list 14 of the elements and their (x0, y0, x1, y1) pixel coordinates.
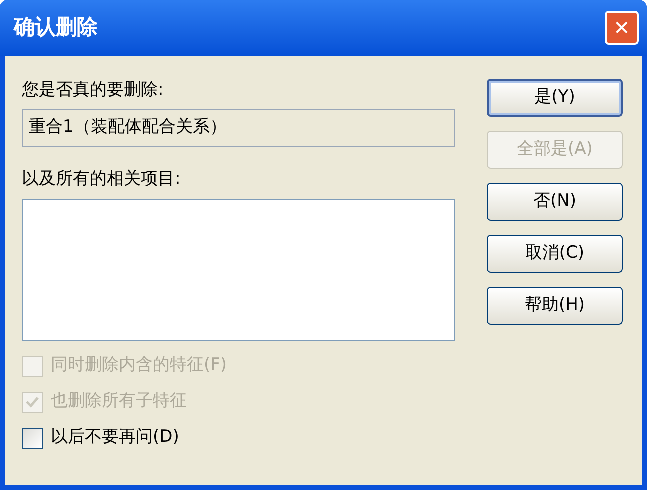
checkbox[interactable] (22, 428, 43, 448)
item-field: 重合1（装配体配合关系） (22, 109, 455, 147)
dialog-button[interactable]: 取消(C) (487, 235, 623, 273)
dialog-button[interactable]: 帮助(H) (487, 287, 623, 325)
related-label: 以及所有的相关项目: (22, 168, 182, 191)
checkbox-label: 以后不要再问(D) (51, 426, 180, 450)
dialog-button[interactable]: 是(Y) (487, 79, 623, 117)
close-button[interactable]: ✕ (605, 11, 639, 45)
dialog-button[interactable]: 否(N) (487, 183, 623, 221)
prompt-label: 您是否真的要删除: (22, 79, 165, 102)
check-icon (26, 396, 39, 408)
window-title: 确认删除 (14, 14, 98, 42)
checkbox-label: 同时删除内含的特征(F) (51, 354, 228, 378)
checkbox-label: 也删除所有子特征 (51, 390, 187, 414)
